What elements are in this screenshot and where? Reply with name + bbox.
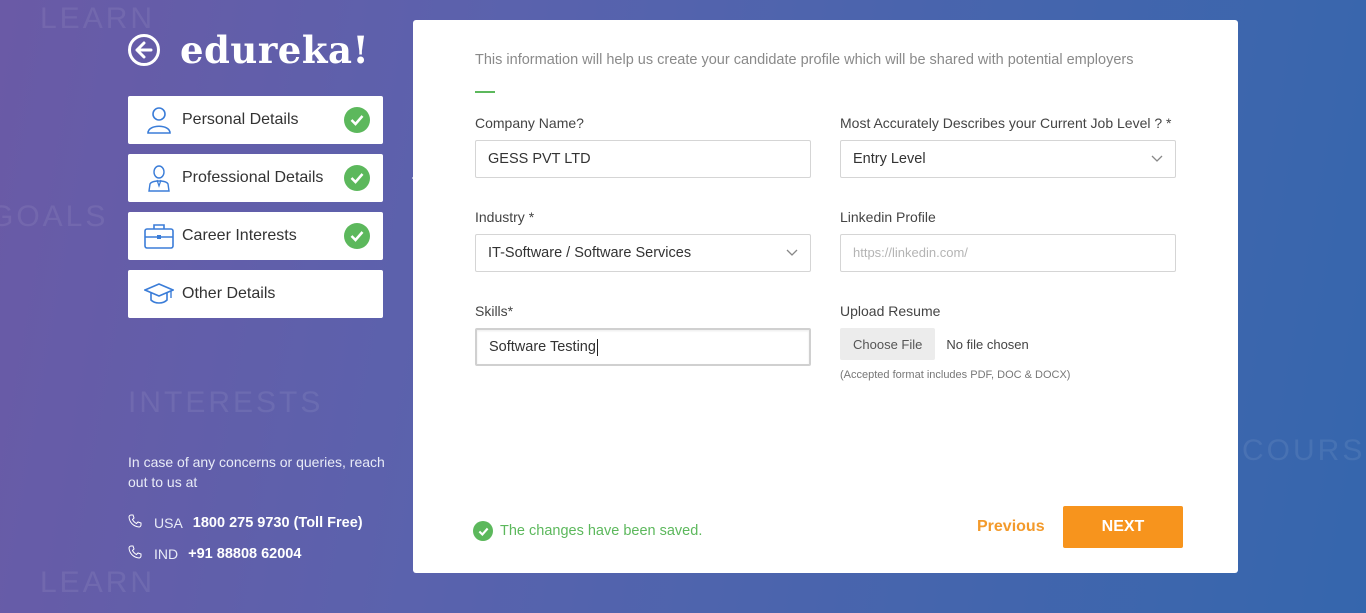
- professional-details-form: This information will help us create you…: [413, 20, 1238, 573]
- company-name-label: Company Name?: [475, 115, 584, 131]
- graduation-cap-icon: [144, 279, 174, 309]
- skills-label: Skills*: [475, 303, 514, 319]
- skills-field: Skills* Software Testing: [475, 303, 811, 366]
- skills-value: Software Testing: [489, 339, 596, 355]
- file-status: No file chosen: [946, 336, 1029, 352]
- file-picker: Choose File No file chosen: [840, 328, 1176, 360]
- linkedin-label: Linkedin Profile: [840, 209, 936, 225]
- phone-country: IND: [154, 545, 179, 562]
- job-level-select[interactable]: Entry Level: [840, 140, 1176, 178]
- check-circle-icon: [344, 165, 370, 191]
- next-button[interactable]: NEXT: [1063, 506, 1183, 548]
- company-name-field: Company Name? GESS PVT LTD: [475, 115, 811, 178]
- job-level-field: Most Accurately Describes your Current J…: [840, 115, 1176, 178]
- phone-country: USA: [154, 514, 183, 531]
- check-circle-icon: [344, 107, 370, 133]
- phone-number[interactable]: 1800 275 9730 (Toll Free): [193, 515, 363, 531]
- file-format-note: (Accepted format includes PDF, DOC & DOC…: [840, 369, 1071, 381]
- step-label: Career Interests: [182, 227, 297, 244]
- step-other-details[interactable]: Other Details: [128, 270, 383, 318]
- linkedin-input[interactable]: [840, 234, 1176, 272]
- linkedin-field: Linkedin Profile: [840, 209, 1176, 272]
- upload-resume-field: Upload Resume Choose File No file chosen…: [840, 303, 1176, 381]
- intro-divider: [475, 91, 495, 93]
- chevron-down-icon: [786, 249, 798, 256]
- industry-label: Industry *: [475, 209, 535, 225]
- job-level-label: Most Accurately Describes your Current J…: [840, 115, 1172, 131]
- job-level-value: Entry Level: [853, 151, 926, 167]
- company-name-input[interactable]: GESS PVT LTD: [475, 140, 811, 178]
- industry-select[interactable]: IT-Software / Software Services: [475, 234, 811, 272]
- progress-steps: Personal Details Professional Details Ca…: [128, 96, 419, 328]
- user-icon: [144, 105, 174, 135]
- professional-icon: [144, 163, 174, 193]
- form-intro: This information will help us create you…: [475, 52, 1134, 68]
- check-circle-icon: [473, 521, 493, 541]
- industry-field: Industry * IT-Software / Software Servic…: [475, 209, 811, 272]
- upload-resume-label: Upload Resume: [840, 303, 941, 319]
- step-personal-details[interactable]: Personal Details: [128, 96, 383, 144]
- phone-row-ind: IND +91 88808 62004: [128, 545, 388, 562]
- chevron-down-icon: [1151, 155, 1163, 162]
- check-circle-icon: [344, 223, 370, 249]
- choose-file-button[interactable]: Choose File: [840, 328, 936, 360]
- phone-icon: [128, 514, 142, 531]
- step-professional-details[interactable]: Professional Details: [128, 154, 419, 202]
- back-arrow-icon[interactable]: [128, 34, 160, 66]
- phone-icon: [128, 545, 142, 562]
- background-word-interests: INTERESTS: [128, 386, 324, 419]
- step-label: Other Details: [182, 285, 276, 302]
- briefcase-icon: [144, 221, 174, 251]
- step-label: Personal Details: [182, 111, 299, 128]
- step-label: Professional Details: [182, 169, 324, 186]
- background-word-goals: GOALS: [0, 200, 109, 233]
- save-status: The changes have been saved.: [473, 521, 702, 541]
- edureka-logo[interactable]: edureka!: [180, 28, 369, 72]
- skills-input[interactable]: Software Testing: [475, 328, 811, 366]
- contact-info: In case of any concerns or queries, reac…: [128, 452, 388, 562]
- background-word-learn-bottom: LEARN: [40, 566, 156, 599]
- step-career-interests[interactable]: Career Interests: [128, 212, 383, 260]
- phone-row-usa: USA 1800 275 9730 (Toll Free): [128, 514, 388, 531]
- industry-value: IT-Software / Software Services: [488, 245, 692, 261]
- previous-button[interactable]: Previous: [977, 518, 1045, 536]
- phone-number[interactable]: +91 88808 62004: [188, 546, 301, 562]
- background-word-courses: COURSES: [1242, 434, 1366, 467]
- contact-message: In case of any concerns or queries, reac…: [128, 454, 385, 490]
- saved-message: The changes have been saved.: [500, 523, 703, 539]
- brand-header: edureka!: [128, 28, 369, 72]
- text-cursor: [596, 338, 598, 356]
